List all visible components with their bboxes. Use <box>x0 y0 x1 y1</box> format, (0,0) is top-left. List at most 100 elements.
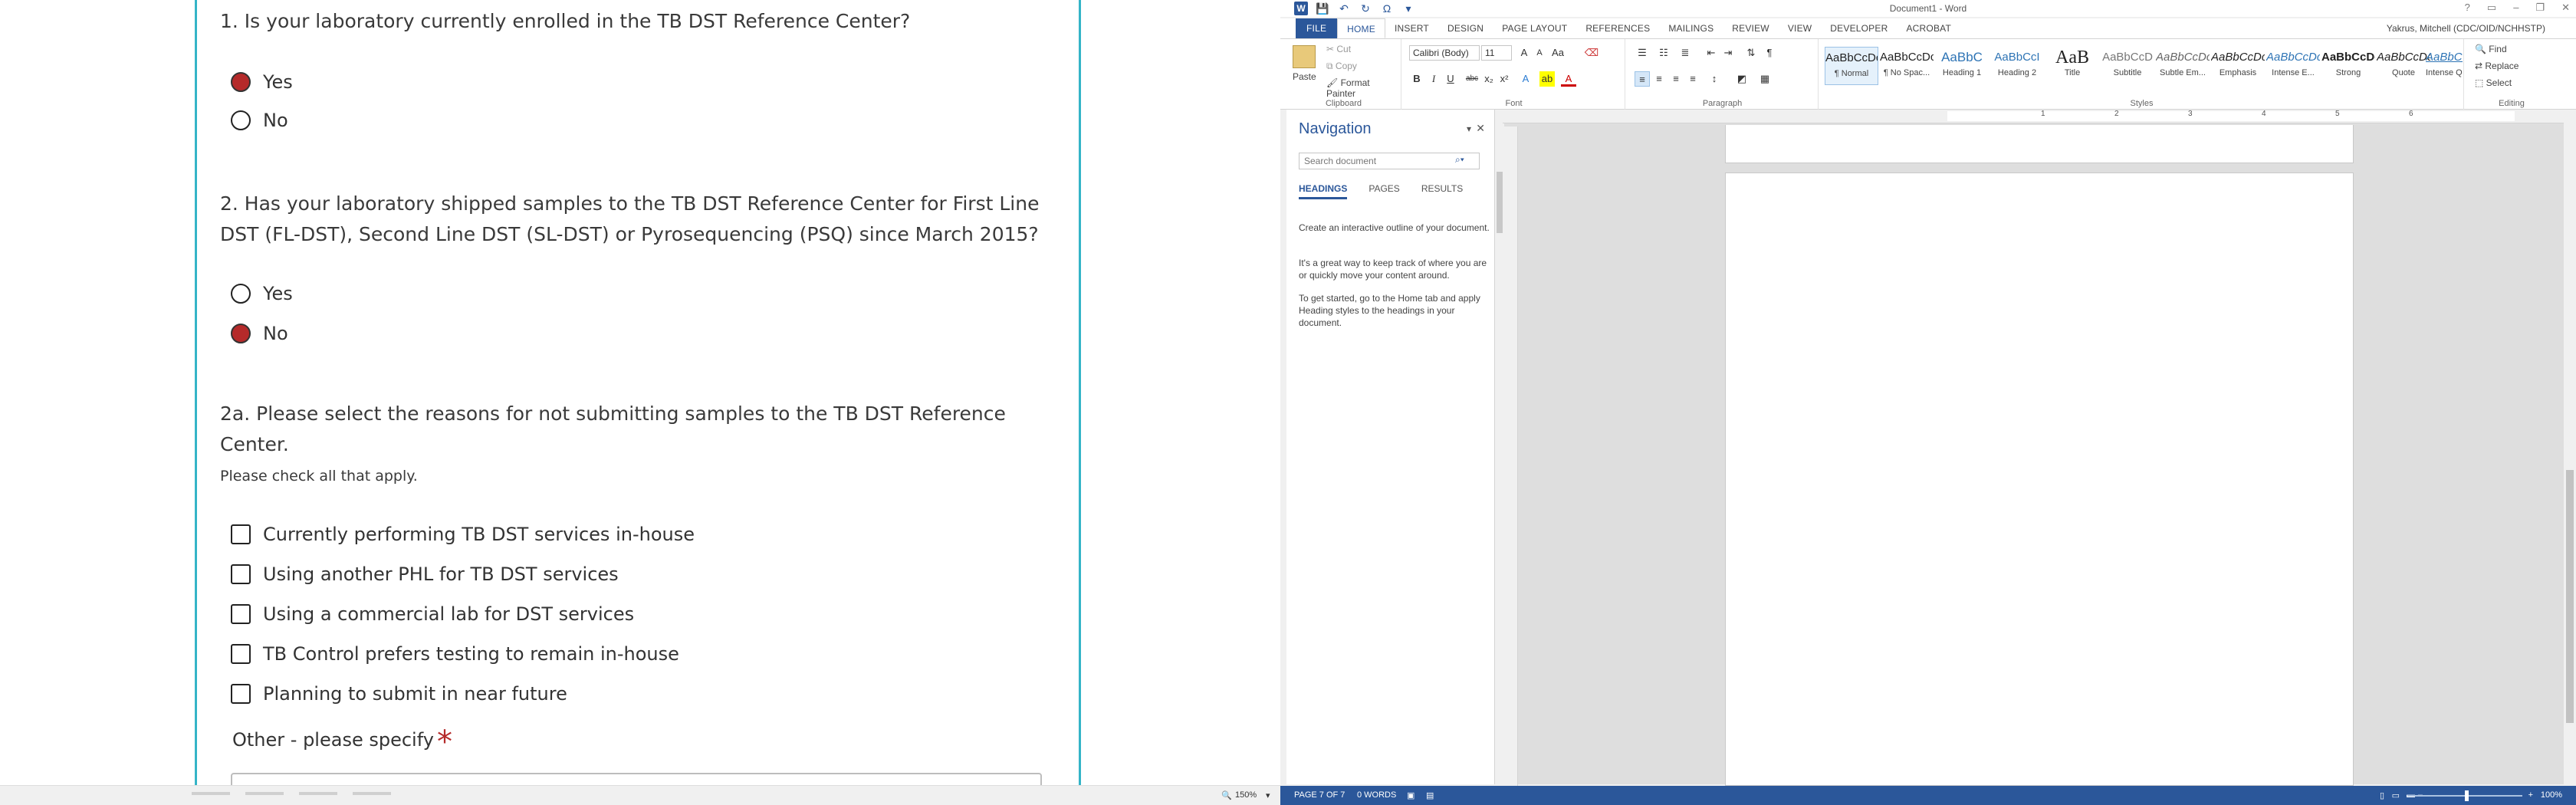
style-intense-quote[interactable]: AaBbCcDc Intense Q... <box>2426 47 2463 85</box>
style-subtle-emphasis[interactable]: AaBbCcDc Subtle Em... <box>2156 47 2210 85</box>
user-name[interactable]: Yakrus, Mitchell (CDC/OID/NCHHSTP) <box>2387 23 2545 34</box>
tab-references[interactable]: REFERENCES <box>1576 18 1659 38</box>
pane-options-icon[interactable]: ▾ <box>1467 123 1471 134</box>
align-right-icon[interactable]: ≡ <box>1668 71 1684 87</box>
style-normal[interactable]: AaBbCcDc ¶ Normal <box>1825 47 1878 85</box>
style-title[interactable]: AaB Title <box>2045 47 2099 85</box>
cut-button[interactable]: ✂ Cut <box>1326 44 1351 54</box>
style-quote[interactable]: AaBbCcDc Quote <box>2377 47 2430 85</box>
q2a-option-3[interactable]: TB Control prefers testing to remain in-… <box>231 641 679 667</box>
help-icon[interactable]: ? <box>2465 2 2470 14</box>
page-count[interactable]: PAGE 7 OF 7 <box>1294 790 1345 800</box>
zoom-level[interactable]: 100% <box>2541 790 2562 800</box>
subscript-icon[interactable]: x₂ <box>1481 71 1497 87</box>
tab-insert[interactable]: INSERT <box>1385 18 1438 38</box>
style-heading-2[interactable]: AaBbCcI Heading 2 <box>1990 47 2044 85</box>
style-emphasis[interactable]: AaBbCcDc Emphasis <box>2211 47 2265 85</box>
bold-icon[interactable]: B <box>1409 71 1424 87</box>
tab-review[interactable]: REVIEW <box>1723 18 1779 38</box>
read-mode-icon[interactable]: ▯ <box>2380 790 2384 800</box>
previous-page-bottom[interactable] <box>1725 125 2354 163</box>
style-intense-emphasis[interactable]: AaBbCcDc Intense E... <box>2266 47 2320 85</box>
navigation-search-input[interactable]: Search document <box>1299 153 1480 169</box>
nav-scrollbar[interactable] <box>1495 169 1504 782</box>
q2-yes-radio[interactable] <box>231 284 251 304</box>
proofing-icon[interactable]: ▣ <box>1407 790 1414 800</box>
sort-icon[interactable]: ⇅ <box>1743 45 1759 61</box>
text-effects-icon[interactable]: A <box>1518 71 1533 87</box>
nav-tab-headings[interactable]: HEADINGS <box>1299 183 1348 199</box>
align-center-icon[interactable]: ≡ <box>1651 71 1667 87</box>
decrease-indent-icon[interactable]: ⇤ <box>1704 45 1719 61</box>
nav-tab-results[interactable]: RESULTS <box>1421 183 1463 199</box>
paste-icon[interactable] <box>1293 45 1316 68</box>
grow-font-icon[interactable]: A <box>1516 45 1532 61</box>
tab-design[interactable]: DESIGN <box>1438 18 1493 38</box>
vertical-ruler[interactable] <box>1504 127 1518 786</box>
paste-button[interactable]: Paste <box>1293 71 1316 82</box>
increase-indent-icon[interactable]: ⇥ <box>1720 45 1736 61</box>
find-button[interactable]: 🔍 Find <box>2475 44 2507 54</box>
tab-acrobat[interactable]: ACROBAT <box>1897 18 1960 38</box>
multilevel-list-icon[interactable]: ≣ <box>1677 45 1693 61</box>
nav-tab-pages[interactable]: PAGES <box>1368 183 1399 199</box>
style-strong[interactable]: AaBbCcDc Strong <box>2321 47 2375 85</box>
replace-button[interactable]: ⇄ Replace <box>2475 61 2518 71</box>
font-color-icon[interactable]: A <box>1561 71 1576 87</box>
tab-home[interactable]: HOME <box>1337 18 1385 38</box>
shrink-font-icon[interactable]: A <box>1532 45 1547 61</box>
style-subtitle[interactable]: AaBbCcD Subtitle <box>2101 47 2154 85</box>
tab-developer[interactable]: DEVELOPER <box>1821 18 1897 38</box>
close-icon[interactable]: ✕ <box>2561 2 2570 14</box>
current-page[interactable] <box>1725 172 2354 786</box>
document-scrollbar[interactable] <box>2564 110 2576 784</box>
q2-option-no[interactable]: No <box>231 320 288 347</box>
bullets-icon[interactable]: ☰ <box>1635 45 1650 61</box>
show-marks-icon[interactable]: ¶ <box>1762 45 1777 61</box>
copy-button[interactable]: ⧉ Copy <box>1326 61 1357 72</box>
q2-option-yes[interactable]: Yes <box>231 281 293 307</box>
browser-zoom-status[interactable]: 🔍 150% ▾ <box>1215 786 1280 805</box>
line-spacing-icon[interactable]: ↕ <box>1707 71 1722 87</box>
select-button[interactable]: ⬚ Select <box>2475 77 2512 88</box>
superscript-icon[interactable]: x² <box>1497 71 1512 87</box>
italic-icon[interactable]: I <box>1426 71 1441 87</box>
highlight-icon[interactable]: ab <box>1539 71 1555 87</box>
horizontal-scrollbar[interactable] <box>0 785 1280 805</box>
format-painter-button[interactable]: 🖌 Format Painter <box>1326 77 1401 99</box>
q2a-option-0[interactable]: Currently performing TB DST services in-… <box>231 521 695 547</box>
q2a-option-1[interactable]: Using another PHL for TB DST services <box>231 561 619 587</box>
tab-view[interactable]: VIEW <box>1779 18 1821 38</box>
q2a-option-4[interactable]: Planning to submit in near future <box>231 681 567 707</box>
nav-scroll-thumb[interactable] <box>1497 172 1503 233</box>
q2a-checkbox-4[interactable] <box>231 684 251 704</box>
search-icon[interactable]: ⌕▾ <box>1455 154 1464 166</box>
justify-icon[interactable]: ≡ <box>1685 71 1700 87</box>
tab-file[interactable]: FILE <box>1296 18 1338 38</box>
tab-mailings[interactable]: MAILINGS <box>1659 18 1723 38</box>
font-size-dropdown[interactable]: 11 <box>1481 45 1512 61</box>
q1-option-yes[interactable]: Yes <box>231 69 293 95</box>
clear-formatting-icon[interactable]: ⌫ <box>1584 45 1599 61</box>
style-no-spacing[interactable]: AaBbCcDc ¶ No Spac... <box>1880 47 1934 85</box>
change-case-icon[interactable]: Aa <box>1550 45 1566 61</box>
q2a-checkbox-1[interactable] <box>231 564 251 584</box>
q1-option-no[interactable]: No <box>231 107 288 133</box>
word-count[interactable]: 0 WORDS <box>1357 790 1396 800</box>
ribbon-display-icon[interactable]: ▭ <box>2487 2 2496 14</box>
zoom-slider-thumb[interactable] <box>2465 790 2469 801</box>
q2a-checkbox-3[interactable] <box>231 644 251 664</box>
macro-icon[interactable]: ▤ <box>1426 790 1434 800</box>
horizontal-ruler[interactable]: 1 2 3 4 5 6 <box>1503 110 2576 123</box>
numbering-icon[interactable]: ☷ <box>1656 45 1671 61</box>
strikethrough-icon[interactable]: abc <box>1464 71 1480 87</box>
restore-icon[interactable]: ❐ <box>2535 2 2545 14</box>
print-layout-icon[interactable]: ▭ <box>2392 790 2400 800</box>
shading-icon[interactable]: ◩ <box>1734 71 1750 87</box>
tab-page-layout[interactable]: PAGE LAYOUT <box>1493 18 1576 38</box>
font-name-dropdown[interactable]: Calibri (Body) <box>1409 45 1480 61</box>
borders-icon[interactable]: ▦ <box>1757 71 1773 87</box>
q2a-checkbox-2[interactable] <box>231 604 251 624</box>
q2a-option-2[interactable]: Using a commercial lab for DST services <box>231 601 634 627</box>
zoom-in-icon[interactable]: + <box>2528 790 2533 800</box>
